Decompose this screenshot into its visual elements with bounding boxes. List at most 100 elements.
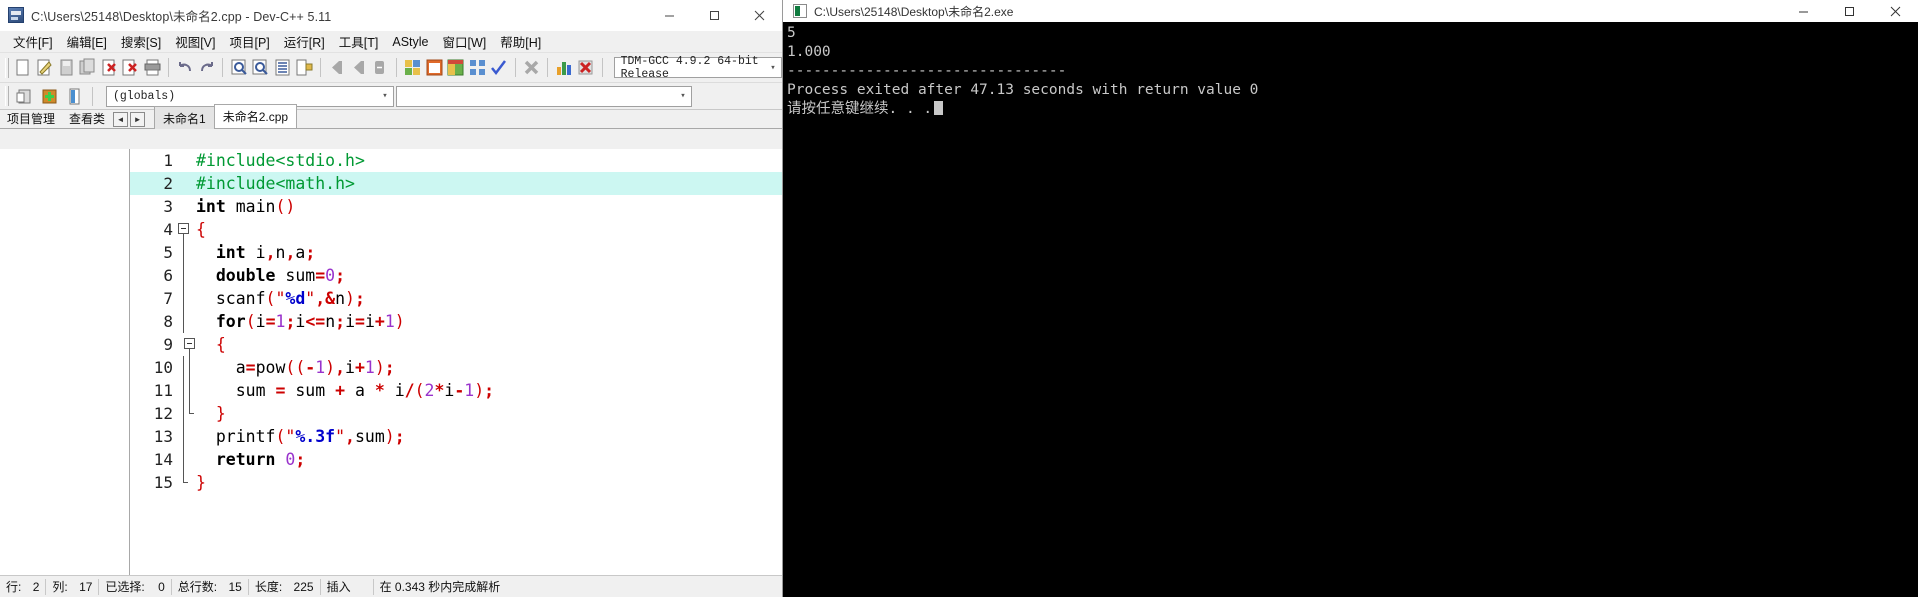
fold-column[interactable]	[176, 264, 192, 287]
code-line[interactable]: 13 printf("%.3f",sum);	[130, 425, 782, 448]
menu-item-file[interactable]: 文件[F]	[6, 30, 60, 53]
close-all-icon[interactable]	[121, 56, 141, 79]
find-next-icon[interactable]	[251, 56, 271, 79]
fold-column[interactable]	[176, 195, 192, 218]
code-line[interactable]: 4{	[130, 218, 782, 241]
profile-icon[interactable]	[554, 56, 574, 79]
menu-item-project[interactable]: 项目[P]	[222, 30, 276, 53]
maximize-icon[interactable]	[1826, 0, 1872, 22]
tab-next-icon[interactable]: ►	[130, 112, 146, 127]
code-token: =	[245, 358, 256, 377]
fold-column[interactable]	[176, 172, 192, 195]
undo-icon[interactable]	[175, 56, 195, 79]
compile-icon[interactable]	[403, 56, 423, 79]
tab-prev-icon[interactable]: ◄	[113, 112, 129, 127]
code-line[interactable]: 3 int main()	[130, 195, 782, 218]
rebuild-icon[interactable]	[468, 56, 488, 79]
find-icon[interactable]	[229, 56, 249, 79]
menu-item-astyle[interactable]: AStyle	[385, 33, 435, 51]
fold-column[interactable]	[176, 356, 192, 379]
open-file-icon[interactable]	[35, 56, 55, 79]
debug-icon[interactable]	[576, 56, 596, 79]
fold-column[interactable]	[176, 379, 192, 402]
code-line[interactable]: 2 #include<math.h>	[130, 172, 782, 195]
new-file-icon[interactable]	[13, 56, 33, 79]
code-token: &	[325, 289, 336, 308]
panel-tab-class-browser[interactable]: 查看类	[62, 110, 113, 128]
code-editor[interactable]: 1 #include<stdio.h> 2 #include<math.h> 3 int …	[130, 149, 782, 575]
step-back-icon[interactable]	[327, 56, 347, 79]
fold-collapse-icon[interactable]	[184, 338, 195, 349]
fold-column[interactable]	[176, 218, 192, 241]
code-token: printf	[196, 427, 276, 446]
insert-icon[interactable]	[13, 85, 36, 108]
print-icon[interactable]	[143, 56, 163, 79]
code-token: ;	[335, 266, 346, 285]
close-icon[interactable]	[1872, 0, 1918, 22]
toolbar-grip[interactable]	[5, 86, 9, 106]
fold-collapse-icon[interactable]	[178, 223, 189, 234]
compiler-select[interactable]: TDM-GCC 4.9.2 64-bit Release ▾	[613, 55, 782, 81]
check-syntax-icon[interactable]	[489, 56, 509, 79]
menu-item-window[interactable]: 窗口[W]	[436, 30, 494, 53]
symbol-select[interactable]: ▾	[396, 85, 692, 107]
fold-column[interactable]	[176, 333, 195, 356]
editor-tab-untitled1[interactable]: 未命名1	[154, 106, 215, 129]
menu-item-tools[interactable]: 工具[T]	[332, 30, 386, 53]
menu-item-help[interactable]: 帮助[H]	[493, 30, 548, 53]
menu-item-run[interactable]: 运行[R]	[277, 30, 332, 53]
line-number: 2	[163, 174, 173, 193]
fold-column[interactable]	[176, 425, 192, 448]
close-icon[interactable]	[737, 0, 782, 31]
menu-item-edit[interactable]: 编辑[E]	[60, 30, 114, 53]
compile-run-icon[interactable]	[446, 56, 466, 79]
fold-column[interactable]	[176, 471, 192, 494]
close-file-icon[interactable]	[99, 56, 119, 79]
code-line[interactable]: 15}	[130, 471, 782, 494]
code-line[interactable]: 5 int i,n,a;	[130, 241, 782, 264]
stop-icon[interactable]	[370, 56, 390, 79]
maximize-icon[interactable]	[692, 0, 737, 31]
code-line[interactable]: 14 return 0;	[130, 448, 782, 471]
chevron-down-icon: ▾	[382, 91, 388, 101]
menu-item-view[interactable]: 视图[V]	[168, 30, 222, 53]
fold-column[interactable]	[176, 448, 192, 471]
fold-column[interactable]	[176, 402, 194, 425]
code-line[interactable]: 10 a=pow((-1),i+1);	[130, 356, 782, 379]
code-token: (	[265, 289, 276, 308]
fold-column[interactable]	[176, 287, 192, 310]
code-line[interactable]: 11 sum = sum + a * i/(2*i-1);	[130, 379, 782, 402]
code-token: ,	[285, 243, 296, 262]
code-token: =	[265, 312, 276, 331]
console-output[interactable]: 5 1.000 -------------------------------- Pr…	[783, 22, 1918, 597]
fold-guide	[183, 287, 184, 310]
code-line[interactable]: 6 double sum=0;	[130, 264, 782, 287]
code-line[interactable]: 7 scanf("%d",&n);	[130, 287, 782, 310]
replace-icon[interactable]	[294, 56, 314, 79]
run-icon[interactable]	[424, 56, 444, 79]
minimize-icon[interactable]	[1780, 0, 1826, 22]
code-token: ;	[295, 450, 306, 469]
code-line[interactable]: 12 }	[130, 402, 782, 425]
menu-item-search[interactable]: 搜索[S]	[114, 30, 168, 53]
editor-tab-untitled2-cpp[interactable]: 未命名2.cpp	[213, 104, 298, 128]
code-token: ()	[275, 197, 296, 216]
save-all-icon[interactable]	[78, 56, 98, 79]
redo-icon[interactable]	[197, 56, 217, 79]
toolbar-grip[interactable]	[5, 57, 9, 78]
code-line[interactable]: 8 for(i=1;i<=n;i=i+1)	[130, 310, 782, 333]
minimize-icon[interactable]	[647, 0, 692, 31]
fold-column[interactable]	[176, 149, 192, 172]
panel-tab-project-manager[interactable]: 项目管理	[0, 110, 63, 128]
toggle-icon[interactable]	[38, 85, 61, 108]
remove-icon[interactable]	[522, 56, 542, 79]
code-line[interactable]: 1 #include<stdio.h>	[130, 149, 782, 172]
step-forward-icon[interactable]	[349, 56, 369, 79]
fold-column[interactable]	[176, 241, 192, 264]
project-manager-panel[interactable]	[0, 149, 130, 575]
fold-column[interactable]	[176, 310, 192, 333]
goto-function-icon[interactable]	[63, 85, 86, 108]
code-line[interactable]: 9 {	[130, 333, 782, 356]
save-icon[interactable]	[56, 56, 76, 79]
goto-line-icon[interactable]	[273, 56, 293, 79]
